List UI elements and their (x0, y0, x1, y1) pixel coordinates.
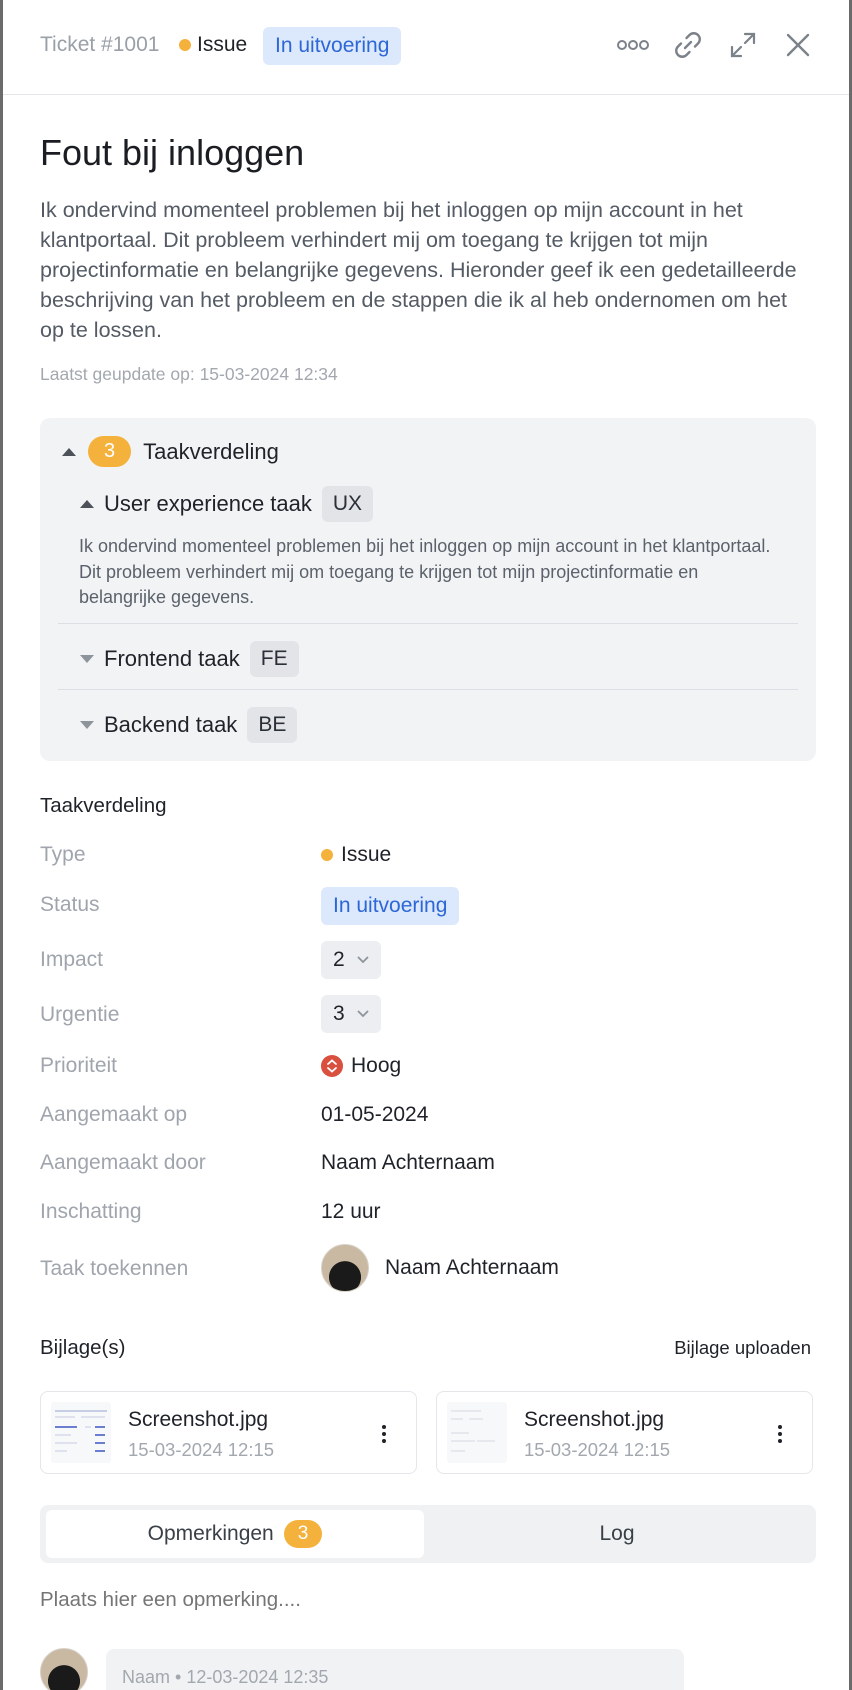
tab-log[interactable]: Log (424, 1510, 810, 1558)
expand-triangle-icon (80, 721, 94, 729)
task-item-ux[interactable]: User experience taak UX (80, 486, 374, 522)
task-item-label: Backend taak (104, 712, 238, 737)
link-icon[interactable] (670, 27, 706, 63)
created-value: 01-05-2024 (321, 1103, 429, 1126)
comment-item: Naam • 12-03-2024 12:35 (106, 1649, 684, 1690)
more-vertical-icon[interactable] (770, 1420, 790, 1448)
collapse-triangle-icon (62, 447, 76, 456)
type-value-text: Issue (341, 843, 392, 866)
attachment-name: Screenshot.jpg (524, 1408, 665, 1431)
more-horizontal-icon[interactable] (615, 27, 651, 63)
divider (58, 689, 798, 690)
task-item-label: User experience taak (104, 491, 312, 516)
estimate-value: 12 uur (321, 1200, 381, 1223)
attachment-card[interactable]: Screenshot.jpg 15-03-2024 12:15 (436, 1391, 813, 1474)
task-item-label: Frontend taak (104, 646, 240, 671)
tab-comments-label: Opmerkingen (147, 1522, 274, 1545)
impact-select[interactable]: 2 (321, 941, 381, 979)
attachment-date: 15-03-2024 12:15 (128, 1439, 275, 1460)
task-breakdown-header[interactable]: 3 Taakverdeling (62, 436, 279, 467)
close-icon[interactable] (780, 27, 816, 63)
last-updated: Laatst geupdate op: 15-03-2024 12:34 (40, 364, 338, 384)
assign-label: Taak toekennen (40, 1257, 189, 1280)
ticket-number: Ticket #1001 (40, 33, 160, 56)
type-value: Issue (321, 843, 391, 867)
priority-high-icon (321, 1055, 343, 1077)
task-breakdown-label: Taakverdeling (143, 438, 279, 464)
issue-dot-icon (321, 849, 333, 861)
divider (58, 623, 798, 624)
ticket-panel: Ticket #1001 Issue In uitvoering Fout bi… (3, 0, 849, 1690)
upload-attachment-button[interactable]: Bijlage uploaden (674, 1337, 811, 1359)
task-count-badge: 3 (88, 436, 132, 467)
task-item-be[interactable]: Backend taak BE (80, 707, 298, 743)
status-label: Status (40, 893, 100, 916)
assignee-name: Naam Achternaam (385, 1256, 559, 1279)
estimate-label: Inschatting (40, 1200, 142, 1223)
ticket-description: Ik ondervind momenteel problemen bij het… (40, 198, 797, 342)
task-tag: UX (321, 486, 374, 522)
avatar (321, 1244, 369, 1292)
ticket-title: Fout bij inloggen (40, 132, 305, 173)
priority-value-text: Hoog (351, 1054, 402, 1077)
comments-count-badge: 3 (283, 1520, 323, 1548)
urgency-label: Urgentie (40, 1003, 120, 1026)
details-title: Taakverdeling (40, 794, 167, 817)
impact-value: 2 (333, 948, 345, 971)
panel-header: Ticket #1001 Issue In uitvoering (3, 0, 849, 95)
expand-triangle-icon (80, 655, 94, 663)
created-by-label: Aangemaakt door (40, 1151, 206, 1174)
chevron-down-icon (357, 956, 369, 964)
status-value-badge[interactable]: In uitvoering (321, 887, 460, 925)
attachment-thumbnail (51, 1402, 111, 1463)
attachment-date: 15-03-2024 12:15 (524, 1439, 671, 1460)
comment-meta: Naam • 12-03-2024 12:35 (122, 1667, 329, 1687)
ticket-type-label: Issue (197, 33, 248, 56)
chevron-down-icon (357, 1010, 369, 1018)
created-by-value: Naam Achternaam (321, 1151, 495, 1174)
urgency-select[interactable]: 3 (321, 995, 381, 1033)
task-item-fe[interactable]: Frontend taak FE (80, 641, 299, 677)
attachments-title: Bijlage(s) (40, 1336, 126, 1359)
priority-value[interactable]: Hoog (321, 1054, 401, 1078)
collapse-triangle-icon (80, 500, 94, 508)
task-breakdown: 3 Taakverdeling User experience taak UX … (40, 418, 816, 761)
more-vertical-icon[interactable] (374, 1420, 394, 1448)
created-label: Aangemaakt op (40, 1103, 188, 1126)
attachment-card[interactable]: Screenshot.jpg 15-03-2024 12:15 (40, 1391, 417, 1474)
avatar (40, 1648, 88, 1690)
task-tag: BE (247, 707, 298, 743)
priority-label: Prioriteit (40, 1054, 118, 1077)
status-badge: In uitvoering (263, 27, 402, 65)
comments-log-tabs: Opmerkingen 3 Log (40, 1505, 816, 1563)
urgency-value: 3 (333, 1002, 345, 1025)
assignee[interactable]: Naam Achternaam (321, 1244, 559, 1292)
task-tag: FE (249, 641, 299, 677)
comment-input[interactable] (40, 1588, 740, 1612)
issue-dot-icon (179, 39, 191, 51)
tab-comments[interactable]: Opmerkingen 3 (46, 1510, 424, 1558)
impact-label: Impact (40, 948, 104, 971)
expand-icon[interactable] (725, 27, 761, 63)
ticket-type: Issue (179, 33, 247, 57)
task-item-description: Ik ondervind momenteel problemen bij het… (79, 536, 771, 607)
type-label: Type (40, 843, 86, 866)
attachment-thumbnail (447, 1402, 507, 1463)
attachment-name: Screenshot.jpg (128, 1408, 269, 1431)
